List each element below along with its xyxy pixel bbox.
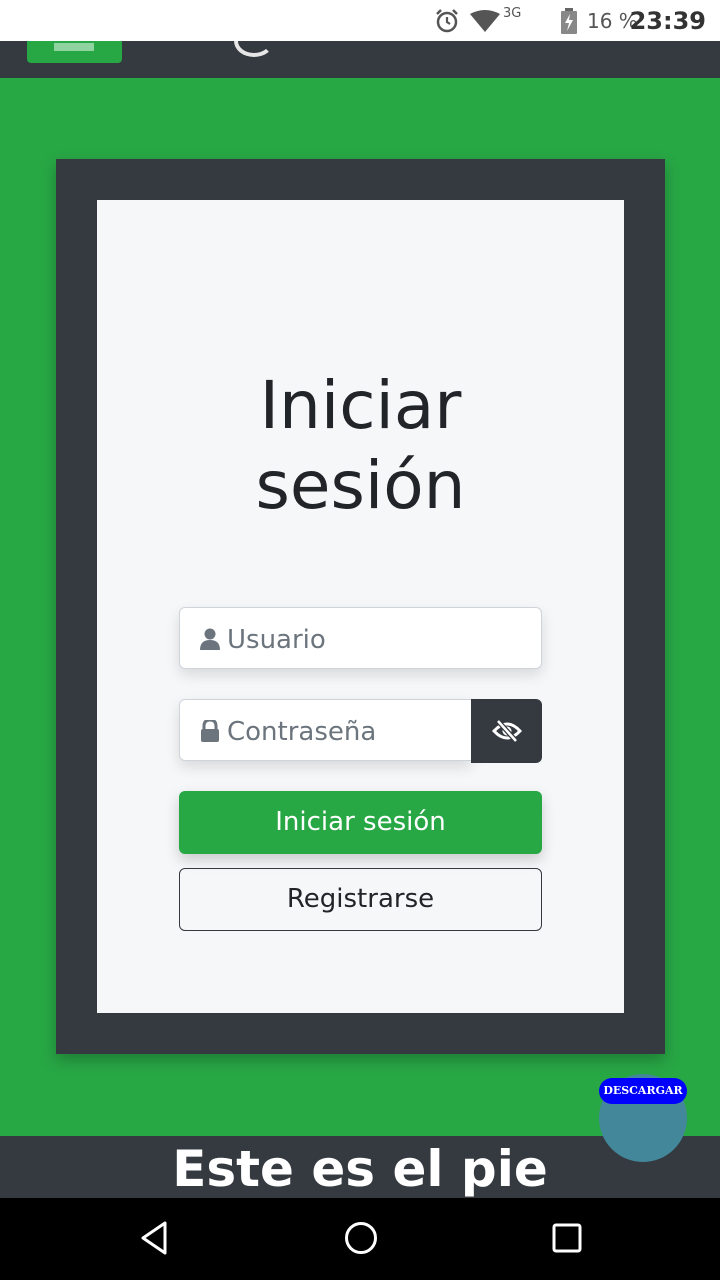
battery-icon (561, 8, 577, 34)
title-line-1: Iniciar (259, 367, 462, 444)
home-icon[interactable] (343, 1220, 379, 1256)
user-icon (200, 628, 220, 650)
navbar-toggle-icon[interactable] (234, 41, 274, 57)
title-line-2: sesión (255, 447, 466, 524)
lock-icon (201, 720, 219, 742)
login-button[interactable]: Iniciar sesión (179, 791, 542, 854)
username-placeholder: Usuario (227, 625, 326, 655)
password-field[interactable]: Contraseña (179, 699, 472, 761)
network-type: 3G (503, 6, 522, 21)
download-button[interactable]: DESCARGAR (599, 1078, 687, 1104)
eye-slash-icon (492, 719, 522, 743)
toggle-password-visibility-button[interactable] (471, 699, 542, 763)
register-button[interactable]: Registrarse (179, 868, 542, 931)
system-nav-bar (0, 1198, 720, 1280)
status-bar: 3G 16 % 23:39 (0, 0, 720, 41)
back-icon[interactable] (138, 1220, 170, 1256)
alarm-icon (436, 9, 458, 33)
password-placeholder: Contraseña (227, 717, 377, 747)
navbar (0, 41, 720, 78)
clock: 23:39 (629, 7, 706, 35)
navbar-brand-button[interactable] (27, 41, 122, 63)
username-field[interactable]: Usuario (179, 607, 542, 669)
page-title: Iniciar sesión (97, 366, 624, 526)
wifi-icon (470, 10, 500, 32)
recents-icon[interactable] (552, 1220, 582, 1256)
